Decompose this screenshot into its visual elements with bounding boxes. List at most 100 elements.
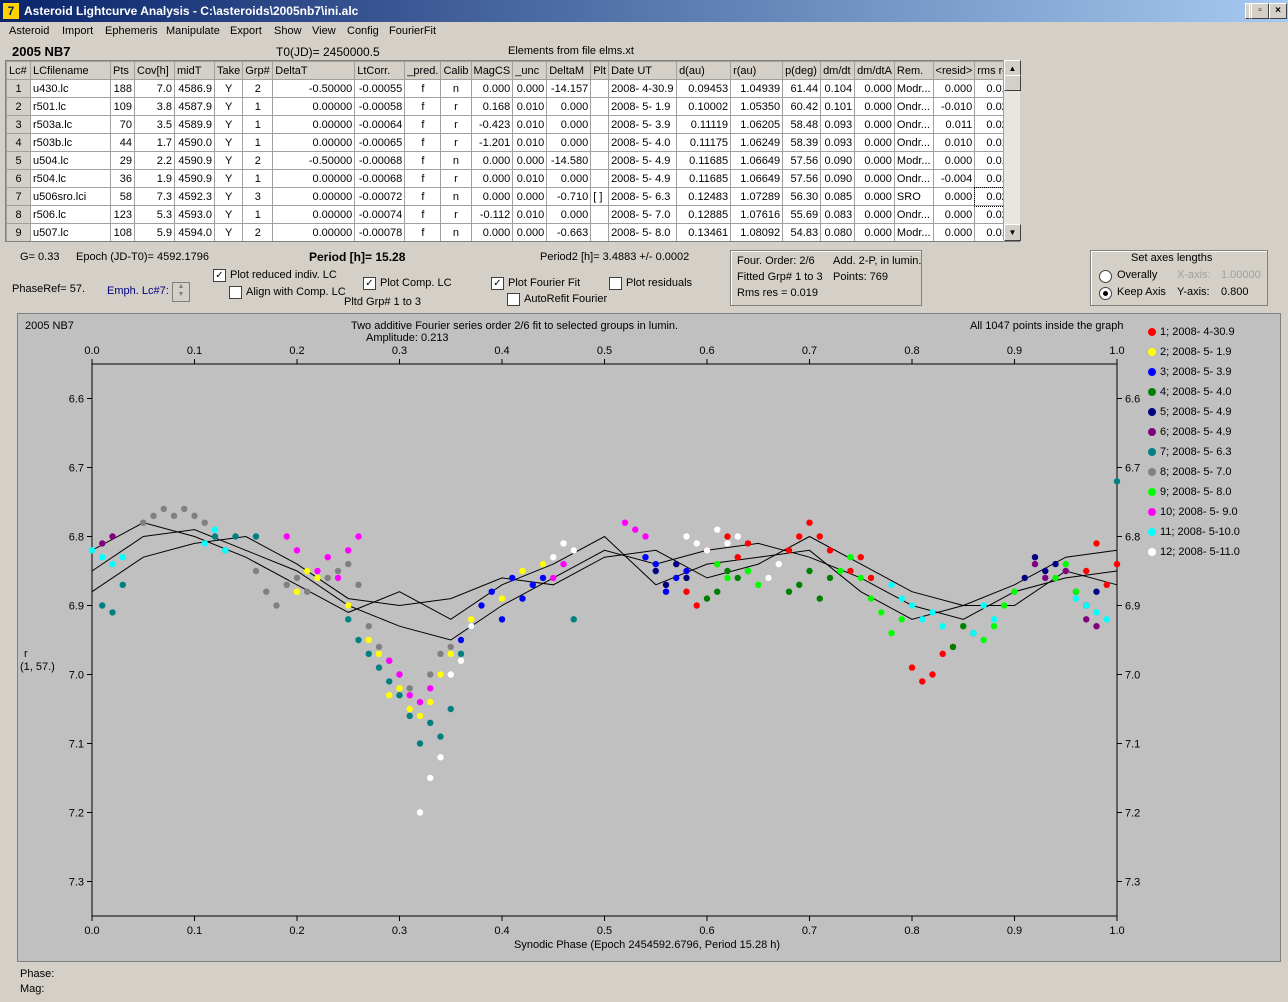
table-cell[interactable]: r xyxy=(440,133,472,152)
table-cell[interactable]: 1.04939 xyxy=(730,79,784,98)
table-cell[interactable]: Y xyxy=(213,115,244,134)
table-cell[interactable]: 0.000 xyxy=(932,79,976,98)
table-cell[interactable]: 0.000 xyxy=(854,151,895,170)
table-cell[interactable]: 0.09453 xyxy=(676,79,732,98)
table-cell[interactable]: 0.000 xyxy=(470,187,514,206)
table-cell[interactable]: 0.000 xyxy=(854,115,895,134)
menu-asteroid[interactable]: Asteroid xyxy=(9,25,49,37)
table-cell[interactable]: 58.39 xyxy=(782,133,822,152)
table-cell[interactable]: -0.010 xyxy=(932,97,976,116)
table-cell[interactable]: Y xyxy=(213,223,244,241)
column-header[interactable]: Grp# xyxy=(242,61,274,80)
table-cell[interactable]: 4590.9 xyxy=(174,151,215,170)
table-cell[interactable]: 4590.0 xyxy=(174,133,215,152)
row-number[interactable]: 3 xyxy=(6,115,31,134)
column-header[interactable]: p(deg) xyxy=(782,61,822,80)
table-cell[interactable]: Ondr... xyxy=(893,169,934,188)
table-cell[interactable]: -0.423 xyxy=(470,115,514,134)
table-row[interactable]: 7 u506sro.lci 58 7.3 4592.3 Y 3 0.00000 -0.00072… xyxy=(6,186,1018,207)
table-cell[interactable]: 0.168 xyxy=(470,97,514,116)
table-cell[interactable]: 0.093 xyxy=(820,133,856,152)
table-cell[interactable]: 61.44 xyxy=(782,79,822,98)
table-cell[interactable]: 2008- 5- 4.0 xyxy=(608,133,678,152)
table-cell[interactable]: r xyxy=(440,97,472,116)
table-cell[interactable]: 1.05350 xyxy=(730,97,784,116)
column-header[interactable]: _pred. xyxy=(404,61,442,80)
plot-comp-checkbox[interactable]: ✓ xyxy=(363,277,376,290)
table-cell[interactable]: 3.5 xyxy=(134,115,175,134)
table-cell[interactable]: 1.06205 xyxy=(730,115,784,134)
column-header[interactable]: LCfilename xyxy=(30,61,111,80)
table-cell[interactable]: 0.000 xyxy=(470,79,514,98)
table-cell[interactable] xyxy=(590,223,610,241)
table-cell[interactable]: 1.7 xyxy=(134,133,175,152)
table-cell[interactable]: 0.010 xyxy=(512,205,548,224)
table-cell[interactable]: 0.00000 xyxy=(272,169,356,188)
table-cell[interactable]: 4589.9 xyxy=(174,115,215,134)
table-cell[interactable]: SRO xyxy=(893,187,934,206)
table-cell[interactable]: 0.000 xyxy=(854,205,895,224)
table-cell[interactable]: 2008- 5- 4.9 xyxy=(608,169,678,188)
table-cell[interactable]: 4594.0 xyxy=(174,223,215,241)
table-cell[interactable]: 57.56 xyxy=(782,151,822,170)
table-cell[interactable]: 2008- 5- 4.9 xyxy=(608,151,678,170)
column-header[interactable]: DeltaT xyxy=(272,61,356,80)
table-cell[interactable] xyxy=(590,151,610,170)
table-cell[interactable]: f xyxy=(404,151,442,170)
menu-manipulate[interactable]: Manipulate xyxy=(166,25,220,37)
table-scrollbar[interactable]: ▲ ▼ xyxy=(1003,60,1021,241)
table-cell[interactable]: u430.lc xyxy=(30,79,111,98)
row-number[interactable]: 2 xyxy=(6,97,31,116)
table-cell[interactable]: 0.000 xyxy=(854,169,895,188)
table-cell[interactable]: n xyxy=(440,223,472,241)
table-cell[interactable]: -0.50000 xyxy=(272,79,356,98)
column-header[interactable]: Rem. xyxy=(893,61,934,80)
table-cell[interactable]: 1.07616 xyxy=(730,205,784,224)
table-cell[interactable]: 55.69 xyxy=(782,205,822,224)
plot-reduced-checkbox[interactable]: ✓ xyxy=(213,269,226,282)
table-cell[interactable]: 0.000 xyxy=(512,79,548,98)
table-cell[interactable]: f xyxy=(404,169,442,188)
scroll-down-icon[interactable]: ▼ xyxy=(1004,224,1021,241)
table-cell[interactable]: 0.00000 xyxy=(272,97,356,116)
table-cell[interactable]: 0.12885 xyxy=(676,205,732,224)
table-cell[interactable]: -1.201 xyxy=(470,133,514,152)
row-number[interactable]: 9 xyxy=(6,223,31,241)
yaxis-value[interactable]: 0.800 xyxy=(1221,286,1249,298)
row-number[interactable]: 7 xyxy=(6,187,31,206)
table-cell[interactable]: f xyxy=(404,79,442,98)
table-cell[interactable]: 0.093 xyxy=(820,115,856,134)
table-row[interactable]: 3 r503a.lc 70 3.5 4589.9 Y 1 0.00000 -0.00064 f r -… xyxy=(6,115,1017,134)
table-cell[interactable]: n xyxy=(440,79,472,98)
table-row[interactable]: 4 r503b.lc 44 1.7 4590.0 Y 1 0.00000 -0.00065 f r -… xyxy=(6,133,1017,152)
table-cell[interactable]: Ondr... xyxy=(893,97,934,116)
table-cell[interactable]: 0.000 xyxy=(932,205,976,224)
table-cell[interactable]: f xyxy=(404,97,442,116)
row-number[interactable]: 6 xyxy=(6,169,31,188)
table-cell[interactable]: -0.00055 xyxy=(354,79,406,98)
column-header[interactable]: dm/dt xyxy=(820,61,856,80)
table-cell[interactable]: 0.000 xyxy=(546,97,592,116)
table-cell[interactable]: 0.000 xyxy=(512,151,548,170)
table-cell[interactable]: n xyxy=(440,187,472,206)
table-cell[interactable]: 3.8 xyxy=(134,97,175,116)
table-cell[interactable]: 0.090 xyxy=(820,169,856,188)
column-header[interactable]: d(au) xyxy=(676,61,732,80)
table-cell[interactable]: 1 xyxy=(242,97,274,116)
table-row[interactable]: 1 u430.lc 188 7.0 4586.9 Y 2 -0.50000 -0.00055 f n… xyxy=(6,79,1017,98)
table-cell[interactable]: 0.000 xyxy=(546,205,592,224)
table-cell[interactable] xyxy=(590,115,610,134)
column-header[interactable]: r(au) xyxy=(730,61,784,80)
table-cell[interactable]: 1.9 xyxy=(134,169,175,188)
column-header[interactable]: Lc# xyxy=(6,61,31,80)
table-cell[interactable]: 70 xyxy=(110,115,135,134)
table-cell[interactable]: 5.9 xyxy=(134,223,175,241)
table-cell[interactable]: -0.00078 xyxy=(354,223,406,241)
table-cell[interactable]: r503b.lc xyxy=(30,133,111,152)
table-cell[interactable]: 4586.9 xyxy=(174,79,215,98)
table-cell[interactable] xyxy=(590,169,610,188)
table-cell[interactable]: 0.000 xyxy=(854,187,895,206)
table-cell[interactable]: 0.000 xyxy=(512,223,548,241)
table-cell[interactable]: 0.00000 xyxy=(272,223,356,241)
xaxis-value[interactable]: 1.00000 xyxy=(1221,269,1261,281)
